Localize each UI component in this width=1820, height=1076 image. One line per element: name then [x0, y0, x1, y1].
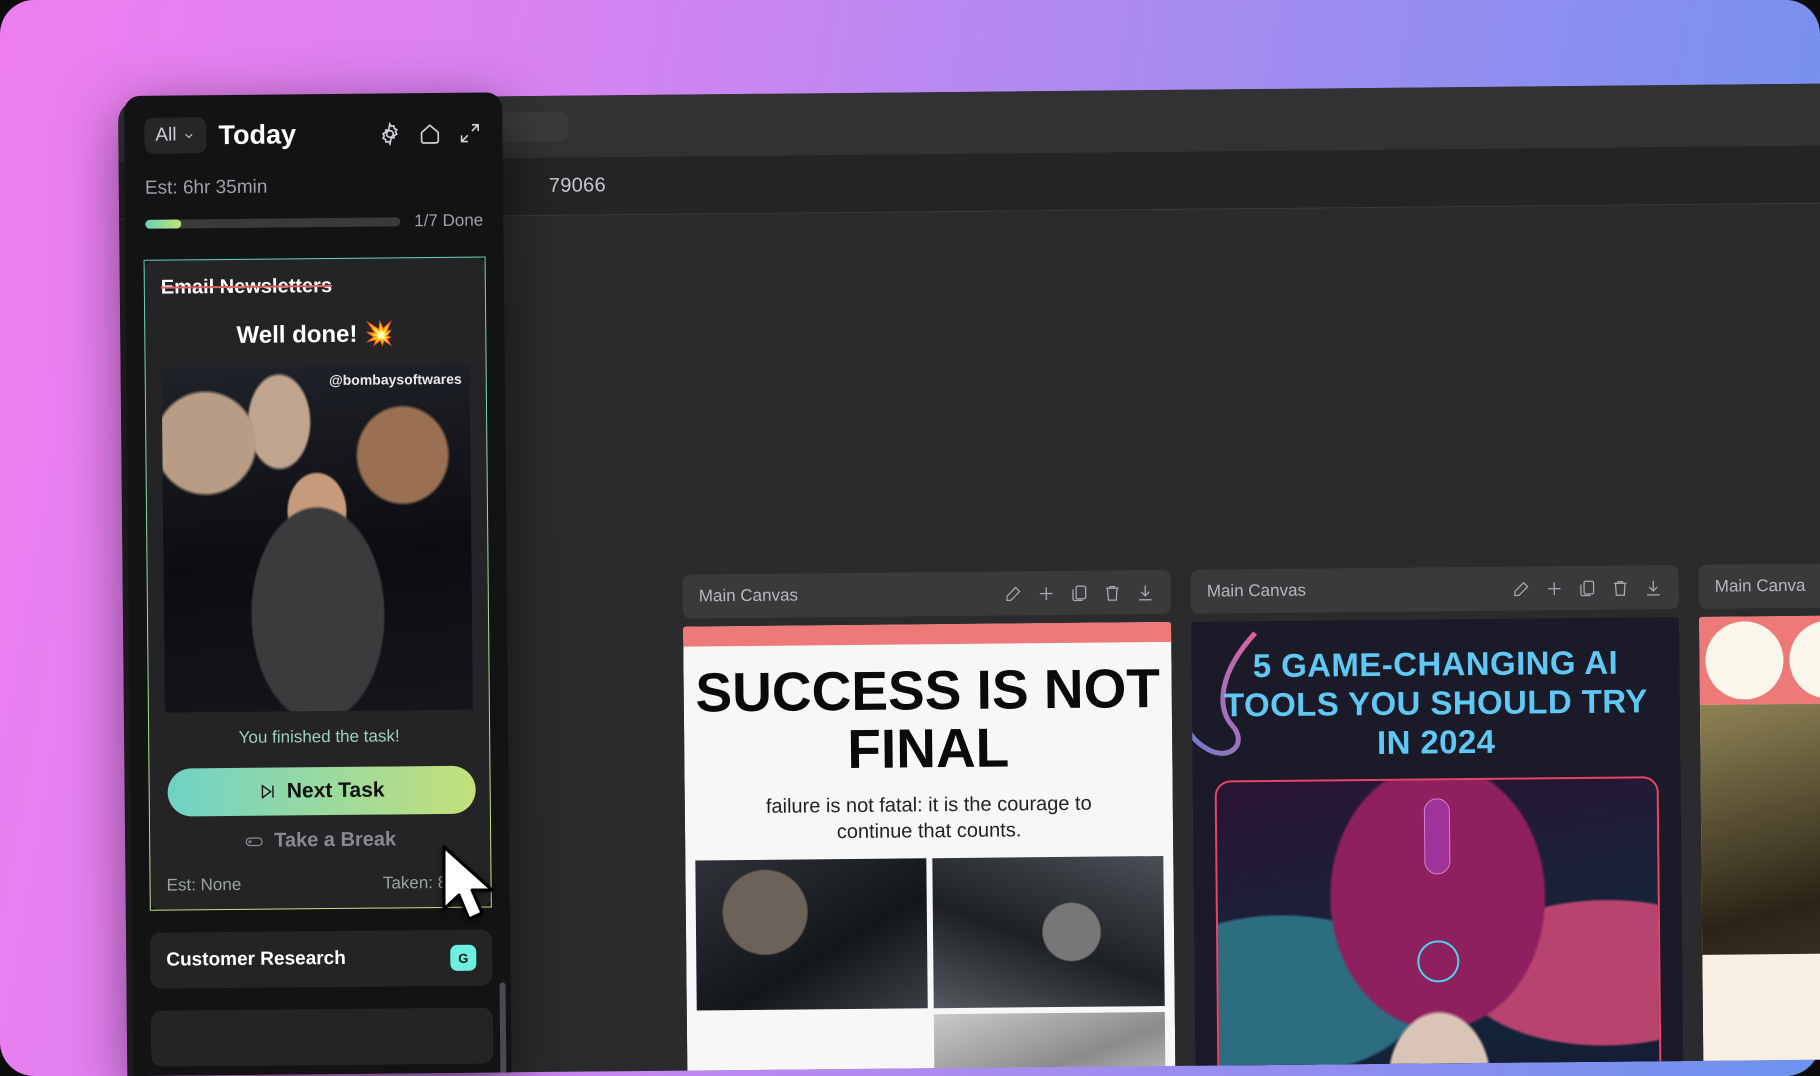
- copy-icon[interactable]: [1578, 578, 1597, 597]
- edit-icon[interactable]: [1512, 579, 1531, 598]
- canvas-card-body[interactable]: SUCCESS IS NOT FINAL failure is not fata…: [683, 621, 1177, 1076]
- gear-icon[interactable]: [377, 121, 402, 146]
- canvas-card: Main Canva 10-M FO No e: [1698, 560, 1820, 1076]
- canvas-card-header: Main Canvas: [682, 569, 1171, 619]
- active-task-card: Email Newsletters Well done! 💥 @bombayso…: [143, 256, 492, 911]
- poster-dot: [1705, 621, 1784, 700]
- poster-image-grid: [685, 842, 1176, 1076]
- gamepad-icon: [245, 836, 263, 846]
- canvas-card-header: Main Canva: [1698, 560, 1820, 609]
- download-icon[interactable]: [1136, 583, 1155, 602]
- poster-accent-bar: [1699, 612, 1820, 705]
- poster-image: [695, 858, 928, 1011]
- celebration-gif: @bombaysoftwares: [161, 364, 473, 713]
- today-panel: All Today Est: 6hr 35min 1/7 Done Email …: [124, 92, 512, 1076]
- trash-icon[interactable]: [1103, 583, 1122, 602]
- celebration-heading: Well done! 💥: [236, 320, 395, 349]
- list-item[interactable]: Customer Research G: [150, 929, 493, 989]
- poster-image: [1699, 700, 1820, 955]
- poster-dot: [1789, 620, 1820, 699]
- panel-header: All Today: [124, 92, 503, 154]
- poster-subheading: No e: [1703, 1012, 1820, 1042]
- progress-track: [145, 216, 401, 229]
- progress-label: 1/7 Done: [414, 210, 484, 231]
- poster-ring: [1417, 939, 1460, 983]
- filter-label: All: [155, 124, 177, 146]
- plus-icon[interactable]: [1037, 584, 1056, 603]
- take-a-break-button[interactable]: Take a Break: [166, 828, 474, 854]
- canvas-card-body[interactable]: 5 GAME-CHANGING AI TOOLS YOU SHOULD TRY …: [1191, 617, 1685, 1076]
- task-taken: Taken: 8min: [382, 872, 475, 893]
- poster-heading: 5 GAME-CHANGING AI TOOLS YOU SHOULD TRY …: [1223, 643, 1648, 761]
- canvas-card-title: Main Canva: [1714, 575, 1806, 596]
- poster-image: [1214, 776, 1663, 1076]
- skip-next-icon: [261, 784, 274, 800]
- download-icon[interactable]: [1644, 578, 1663, 597]
- task-footer: Est: None Taken: 8min: [166, 851, 474, 896]
- next-task-label: Next Task: [286, 778, 385, 803]
- gif-watermark: @bombaysoftwares: [328, 370, 462, 389]
- progress-row: 1/7 Done: [125, 196, 503, 234]
- edit-icon[interactable]: [1004, 584, 1023, 603]
- poster-heading: SUCCESS IS NOT FINAL: [695, 657, 1161, 780]
- home-icon[interactable]: [417, 120, 442, 145]
- copy-icon[interactable]: [1070, 583, 1089, 602]
- canvas-card-title: Main Canvas: [1206, 580, 1307, 601]
- finished-note: You finished the task!: [238, 726, 400, 747]
- panel-scrollbar[interactable]: [499, 982, 507, 1076]
- task-title: Email Newsletters: [160, 275, 333, 299]
- trash-icon[interactable]: [1611, 578, 1630, 597]
- canvas-card: Main Canvas 5 GAME-CHANGING AI TOOLS YOU…: [1190, 565, 1685, 1076]
- next-task-button[interactable]: Next Task: [167, 765, 476, 817]
- canvas-card-title: Main Canvas: [698, 585, 799, 606]
- poster-heading: 10-M FO: [1702, 950, 1820, 1017]
- poster-subheading: failure is not fatal: it is the courage …: [765, 792, 1092, 844]
- poster-node: [1423, 798, 1451, 875]
- canvas-card: Main Canvas SUCCESS IS NOT FINAL failure…: [682, 569, 1177, 1076]
- plus-icon[interactable]: [1545, 579, 1564, 598]
- task-estimate: Est: None: [166, 874, 242, 895]
- status-badge: G: [450, 944, 477, 971]
- canvas-card-body[interactable]: 10-M FO No e: [1699, 612, 1820, 1076]
- poster-image: [932, 856, 1165, 1009]
- canvas-card-header: Main Canvas: [1190, 565, 1679, 614]
- collapse-icon[interactable]: [457, 120, 482, 145]
- document-id: 79066: [548, 174, 607, 197]
- page-title: Today: [218, 118, 297, 150]
- queued-task-name: Customer Research: [166, 947, 346, 971]
- filter-dropdown[interactable]: All: [144, 117, 207, 154]
- canvas-board: Main Canvas SUCCESS IS NOT FINAL failure…: [682, 560, 1820, 1076]
- progress-fill: [145, 218, 181, 229]
- take-a-break-label: Take a Break: [274, 828, 397, 852]
- chevron-down-icon: [185, 133, 193, 138]
- estimate-line: Est: 6hr 35min: [144, 176, 268, 199]
- list-item[interactable]: [150, 1007, 494, 1067]
